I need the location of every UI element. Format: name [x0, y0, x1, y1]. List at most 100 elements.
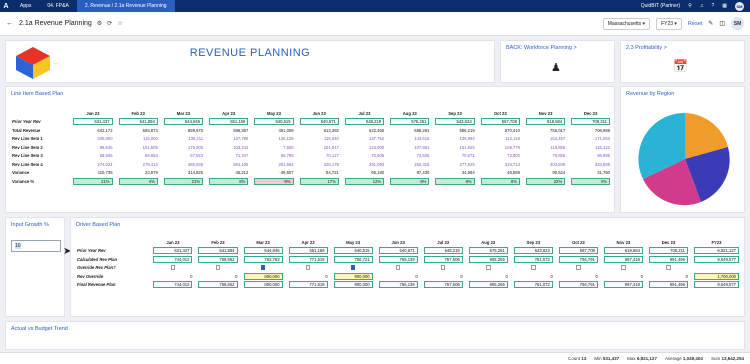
override-checkbox[interactable] — [305, 265, 311, 270]
driver-cell[interactable] — [150, 264, 195, 273]
driver-cell[interactable] — [466, 264, 511, 273]
driver-cell[interactable] — [286, 264, 331, 273]
driver-cell[interactable]: 548,219 — [421, 247, 466, 256]
driver-cell[interactable]: 551,156 — [286, 247, 331, 256]
driver-cell[interactable]: 0 — [511, 272, 556, 281]
override-checkbox[interactable] — [576, 265, 581, 270]
override-checkbox[interactable] — [486, 265, 491, 270]
driver-cell[interactable]: 0 — [150, 272, 195, 281]
driver-cell[interactable]: 900,000 — [331, 272, 376, 281]
year-select[interactable]: FY23 ▾ — [656, 17, 682, 30]
bell-icon[interactable]: ♫ — [700, 3, 704, 9]
breadcrumb-revenue[interactable]: 2. Revenue / 2.1a Revenue Planning — [76, 0, 175, 12]
driver-cell[interactable]: 540,671 — [376, 247, 421, 256]
edit-icon[interactable]: ✎ — [708, 20, 713, 27]
override-checkbox[interactable] — [260, 265, 266, 270]
line-cell[interactable]: 548,219 — [342, 118, 387, 127]
driver-cell[interactable]: 540,515 — [331, 247, 376, 256]
grid-icon[interactable]: ▦ — [722, 3, 727, 9]
driver-month-header: Jan 23 — [166, 239, 180, 245]
driver-cell[interactable] — [556, 264, 601, 273]
driver-cell[interactable]: 0 — [286, 272, 331, 281]
driver-cell[interactable] — [601, 264, 646, 273]
driver-cell[interactable] — [691, 264, 742, 273]
override-checkbox[interactable] — [170, 265, 176, 270]
line-cell[interactable]: 540,515 — [251, 118, 296, 127]
driver-cell[interactable]: 0 — [556, 272, 601, 281]
driver-cell[interactable] — [421, 264, 466, 273]
app-logo[interactable]: A — [0, 3, 12, 10]
line-cell[interactable]: 541,894 — [116, 118, 161, 127]
driver-cell[interactable]: 567,708 — [556, 247, 601, 256]
override-checkbox[interactable] — [440, 265, 446, 270]
line-cell-value: 68,506 — [99, 153, 113, 159]
breadcrumb-apps[interactable]: Apps — [12, 0, 39, 12]
driver-cell[interactable]: 6,821,127 — [691, 247, 742, 256]
line-cell-value: 115,122 — [595, 144, 610, 150]
top-nav-bar: A Apps 04. FP&A 2. Revenue / 2.1a Revenu… — [0, 0, 750, 12]
line-cell-value: 314,825 — [187, 170, 204, 176]
driver-cell[interactable] — [646, 264, 691, 273]
driver-cell[interactable]: 708,211 — [646, 247, 691, 256]
override-checkbox[interactable] — [215, 265, 221, 270]
region-select[interactable]: Massachusetts ▾ — [602, 17, 651, 30]
line-cell[interactable]: 619,584 — [523, 118, 568, 127]
search-icon[interactable]: ⚲ — [688, 3, 692, 9]
driver-cell[interactable]: 0 — [466, 272, 511, 281]
driver-cell[interactable]: 543,623 — [511, 247, 556, 256]
user-avatar[interactable]: SM — [731, 17, 744, 30]
settings-icon[interactable]: ⚙ — [97, 20, 102, 27]
layout-icon[interactable]: ◫ — [719, 20, 725, 27]
override-checkbox[interactable] — [621, 265, 626, 270]
override-checkbox[interactable] — [531, 265, 536, 270]
line-cell[interactable]: 531,437 — [70, 118, 115, 127]
driver-cell[interactable]: 619,584 — [601, 247, 646, 256]
driver-cell[interactable] — [376, 264, 421, 273]
back-workforce-link[interactable]: BACK: Workforce Planning > — [501, 41, 614, 55]
driver-month-header: Jul 23 — [437, 239, 450, 245]
driver-cell[interactable]: 0 — [195, 272, 240, 281]
driver-cell[interactable]: 800,000 — [241, 272, 286, 281]
driver-cell[interactable]: 1,700,000 — [691, 272, 742, 281]
driver-cell[interactable] — [331, 264, 376, 273]
driver-cell[interactable] — [195, 264, 240, 273]
driver-cell[interactable]: 0 — [421, 272, 466, 281]
driver-cell[interactable]: 0 — [601, 272, 646, 281]
driver-cell[interactable]: 575,261 — [466, 247, 511, 256]
driver-cell[interactable] — [511, 264, 556, 273]
driver-cell[interactable]: 0 — [646, 272, 691, 281]
growth-input[interactable]: 10 — [11, 240, 61, 252]
override-checkbox[interactable] — [666, 265, 671, 270]
reset-button[interactable]: Reset — [688, 21, 702, 27]
driver-cell[interactable]: 541,894 — [195, 247, 240, 256]
line-cell[interactable]: 540,671 — [297, 118, 342, 127]
workspace-selector[interactable]: QuidBIT (Partner) — [641, 3, 680, 9]
line-cell[interactable]: 575,261 — [387, 118, 432, 127]
line-cell: 200,000 — [70, 135, 115, 144]
driver-cell[interactable] — [241, 264, 286, 273]
line-cell-value: 281,584 — [278, 161, 294, 167]
star-icon[interactable]: ☆ — [117, 20, 122, 27]
profitability-link[interactable]: 2.3 Profitability > — [621, 41, 744, 55]
profitability-card[interactable]: 2.3 Profitability > 📅 — [620, 40, 745, 83]
override-checkbox[interactable] — [395, 265, 401, 270]
line-cell[interactable]: 567,708 — [478, 118, 523, 127]
driver-cell[interactable]: 531,437 — [150, 247, 195, 256]
line-cell-value: 112,116 — [505, 136, 520, 142]
driver-cell[interactable]: 0 — [376, 272, 421, 281]
breadcrumb-fpa[interactable]: 04. FP&A — [39, 0, 76, 12]
back-arrow-icon[interactable]: ← — [6, 20, 13, 27]
back-workforce-card[interactable]: BACK: Workforce Planning > ♟ — [500, 40, 615, 83]
line-cell[interactable]: 708,211 — [568, 118, 613, 127]
driver-cell: 756,139 — [376, 281, 421, 290]
line-cell: 110,735 — [70, 169, 115, 178]
user-avatar-top[interactable]: SM — [735, 1, 744, 11]
line-cell[interactable]: 544,845 — [161, 118, 206, 127]
line-cell[interactable]: 551,156 — [206, 118, 251, 127]
line-cell[interactable]: 543,623 — [432, 118, 477, 127]
line-cell: 319,713 — [478, 160, 523, 169]
driver-cell[interactable]: 544,845 — [241, 247, 286, 256]
share-icon[interactable]: ⟳ — [107, 20, 112, 27]
help-icon[interactable]: ? — [711, 3, 714, 9]
override-checkbox[interactable] — [350, 265, 356, 270]
